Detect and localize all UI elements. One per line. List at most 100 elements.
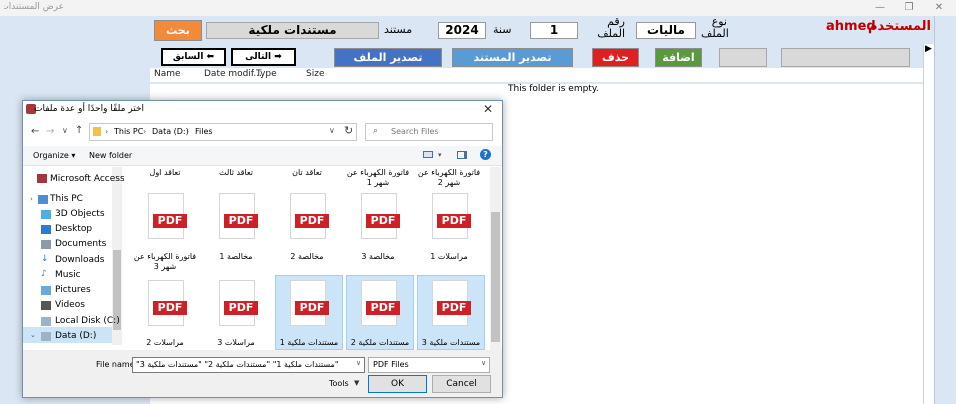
nav-downloads[interactable]: Downloads — [55, 255, 104, 265]
nav-music[interactable]: Music — [55, 270, 81, 280]
refresh-icon[interactable]: ↻ — [344, 124, 353, 137]
breadcrumb-this-pc[interactable]: This PC — [114, 127, 143, 136]
expand-icon[interactable]: ⌄ — [30, 331, 36, 339]
breadcrumb-sep-icon: › — [143, 127, 147, 136]
file-name-input[interactable]: "مستندات ملكية 1" "مستندات ملكية 2" "مست… — [132, 357, 365, 373]
view-options-icon[interactable] — [423, 151, 433, 158]
delete-button[interactable]: حذف — [592, 48, 639, 67]
column-date[interactable]: Date modif... — [204, 69, 262, 79]
row-indicator-icon: ▶ — [925, 44, 932, 54]
back-arrow-icon[interactable]: ← — [31, 126, 39, 137]
nav-data-d[interactable]: Data (D:) — [55, 331, 96, 341]
file-label: مخالصة 3 — [361, 252, 395, 261]
pdf-file-icon: PDF — [290, 193, 329, 239]
breadcrumb-data-d[interactable]: Data (D:) — [152, 127, 189, 136]
address-dropdown-icon[interactable]: ∨ — [329, 126, 335, 135]
downloads-icon: ↓ — [41, 254, 49, 264]
nav-microsoft-access[interactable]: Microsoft Access — [50, 174, 125, 184]
number-label: رقم الملف — [597, 15, 625, 40]
empty-folder-text: This folder is empty. — [508, 84, 599, 94]
file-label: مخالصة 2 — [290, 252, 324, 261]
videos-icon — [41, 301, 51, 310]
add-button[interactable]: اضافة — [655, 48, 702, 67]
breadcrumb-sep-icon: › — [105, 127, 109, 136]
doc-field[interactable]: مستندات ملكية — [206, 22, 379, 39]
right-strip — [934, 16, 956, 404]
pdf-file-icon: PDF — [219, 193, 258, 239]
up-arrow-icon[interactable]: ↑ — [75, 125, 83, 136]
user-name: ahmed — [826, 19, 876, 34]
blank-field-1 — [781, 48, 910, 67]
window-title: عرض المستندات — [4, 2, 64, 12]
file-type-select[interactable]: PDF Files — [368, 357, 490, 373]
file-label: تعاقد تان — [292, 168, 322, 177]
view-dropdown-icon[interactable]: ▾ — [438, 151, 442, 159]
files-scroll-thumb[interactable] — [491, 212, 500, 342]
year-field[interactable]: 2024 — [438, 22, 486, 39]
number-field[interactable]: 1 — [530, 22, 578, 39]
type-field[interactable]: ماليات — [636, 22, 696, 39]
blank-field-2 — [719, 48, 767, 67]
file-label: مراسلات 1 — [430, 252, 468, 261]
recent-locations-icon[interactable]: ∨ — [62, 126, 68, 135]
right-scrollbar[interactable] — [923, 44, 934, 404]
file-type-dropdown-icon[interactable]: ∨ — [481, 359, 486, 367]
tools-dropdown-icon[interactable]: ▼ — [354, 379, 359, 387]
nav-videos[interactable]: Videos — [55, 300, 85, 310]
organize-button[interactable]: Organize ▾ — [33, 151, 75, 160]
pdf-file-icon: PDF — [219, 280, 258, 326]
file-label: مراسلات 3 — [217, 338, 255, 347]
search-button[interactable]: بحث — [154, 20, 202, 41]
nav-this-pc[interactable]: This PC — [50, 194, 83, 204]
dialog-title: اختر ملفًا واحدًا أو عدة ملفات — [34, 104, 145, 114]
maximize-button[interactable]: ❐ — [894, 0, 924, 16]
export-file-button[interactable]: تصدير الملف — [334, 48, 442, 67]
pdf-file-icon: PDF — [290, 280, 329, 326]
nav-local-disk-c[interactable]: Local Disk (C:) — [55, 316, 120, 326]
music-icon: ♪ — [41, 269, 47, 279]
file-label: فاتورة الكهرباء عن شهر 2 — [417, 168, 481, 187]
nav-desktop[interactable]: Desktop — [55, 224, 92, 234]
type-label: نوع الملف — [701, 15, 729, 40]
nav-3d-objects[interactable]: 3D Objects — [55, 209, 105, 219]
column-name[interactable]: Name — [154, 69, 181, 79]
pdf-file-icon: PDF — [361, 280, 400, 326]
next-button[interactable]: التالى ➡ — [231, 48, 296, 66]
help-icon[interactable]: ? — [480, 149, 491, 160]
file-label: مراسلات 2 — [146, 338, 184, 347]
file-name-dropdown-icon[interactable]: ∨ — [356, 359, 361, 367]
pdf-file-icon: PDF — [148, 193, 187, 239]
3d-objects-icon — [41, 210, 51, 219]
minimize-button[interactable]: — — [865, 0, 895, 16]
search-icon: ⌕ — [373, 126, 379, 136]
title-bar — [0, 0, 956, 16]
nav-pictures[interactable]: Pictures — [55, 285, 91, 295]
desktop-icon — [41, 225, 51, 234]
file-label: مستندات ملكية 2 — [350, 338, 410, 347]
column-type[interactable]: Type — [256, 69, 277, 79]
documents-icon — [41, 240, 51, 249]
file-label: فاتورة الكهرباء عن شهر 1 — [346, 168, 410, 187]
cancel-button[interactable]: Cancel — [432, 375, 491, 393]
file-label: تعاقد اول — [149, 168, 181, 177]
pictures-icon — [41, 286, 51, 295]
breadcrumb-files[interactable]: Files — [195, 127, 213, 136]
file-label: تعاقد ثالث — [218, 168, 254, 177]
column-size[interactable]: Size — [306, 69, 324, 79]
preview-pane-icon[interactable] — [457, 151, 467, 159]
export-document-button[interactable]: تصدير المستند — [452, 48, 573, 67]
access-icon — [37, 174, 47, 183]
file-label: مستندات ملكية 3 — [421, 338, 481, 347]
dialog-close-button[interactable]: ✕ — [483, 102, 493, 116]
file-label: مستندات ملكية 1 — [279, 338, 339, 347]
expand-icon[interactable]: › — [30, 195, 33, 203]
ok-button[interactable]: OK — [368, 375, 427, 393]
previous-button[interactable]: السابق ⬅ — [161, 48, 226, 66]
new-folder-button[interactable]: New folder — [89, 151, 132, 160]
forward-arrow-icon[interactable]: → — [46, 126, 54, 137]
close-button[interactable]: ✕ — [924, 0, 954, 16]
tools-button[interactable]: Tools — [329, 379, 349, 388]
file-label: مخالصة 1 — [219, 252, 253, 261]
nav-documents[interactable]: Documents — [55, 239, 106, 249]
pdf-file-icon: PDF — [148, 280, 187, 326]
